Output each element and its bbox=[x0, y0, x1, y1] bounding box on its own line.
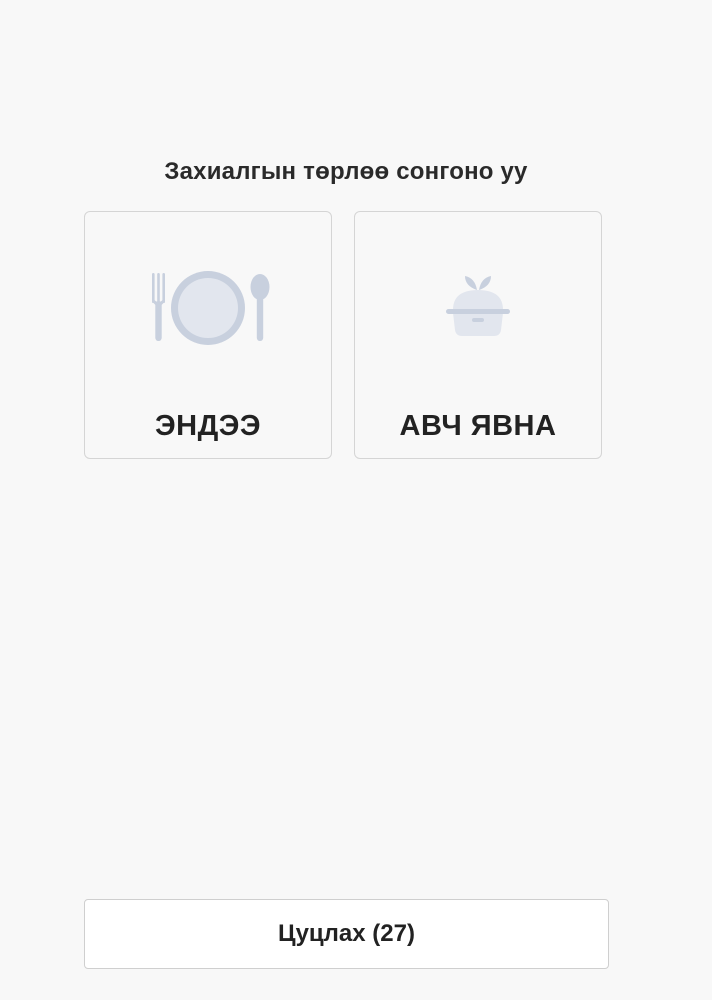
takeaway-label: АВЧ ЯВНА bbox=[399, 410, 557, 442]
takeaway-box-icon bbox=[355, 264, 601, 354]
page-heading: Захиалгын төрлөө сонгоно уу bbox=[164, 158, 528, 185]
cancel-button[interactable]: Цуцлах (27) bbox=[84, 899, 609, 969]
plate-cutlery-icon bbox=[85, 264, 331, 354]
dine-in-label: ЭНДЭЭ bbox=[155, 410, 261, 442]
dine-in-option[interactable]: ЭНДЭЭ bbox=[84, 211, 332, 459]
takeaway-option[interactable]: АВЧ ЯВНА bbox=[354, 211, 602, 459]
